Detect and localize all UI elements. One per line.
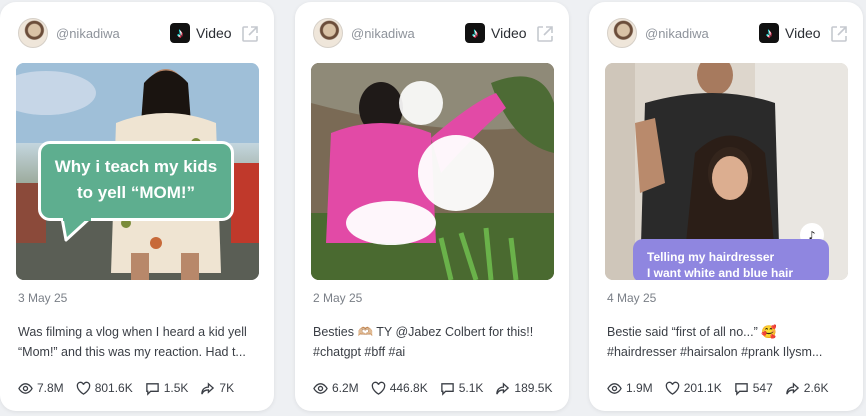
card-header: @nikadiwa ♪ Video — [589, 2, 863, 62]
likes-stat: 201.1K — [665, 381, 722, 396]
likes-stat: 801.6K — [76, 381, 133, 396]
creator-handle[interactable]: @nikadiwa — [351, 26, 415, 41]
shares-count: 189.5K — [514, 381, 553, 395]
likes-stat: 446.8K — [371, 381, 428, 396]
external-link-icon[interactable] — [829, 24, 849, 44]
caption-line: “Mom!” and this was my reaction. Had t..… — [18, 345, 246, 359]
tiktok-icon: ♪ — [759, 23, 779, 43]
views-count: 6.2M — [332, 381, 359, 395]
heart-icon — [76, 381, 90, 395]
card-header: @nikadiwa ♪ Video — [295, 2, 569, 62]
comments-count: 547 — [752, 381, 773, 395]
comment-icon — [440, 382, 454, 396]
video-card-1[interactable]: @nikadiwa ♪ Video Why i teach my kids to… — [0, 2, 274, 411]
engagement-stats: 6.2M 446.8K 5.1K 189.5K — [313, 378, 559, 398]
card-header: @nikadiwa ♪ Video — [0, 2, 274, 62]
post-caption: Was filming a vlog when I heard a kid ye… — [18, 322, 262, 362]
video-thumbnail[interactable] — [311, 63, 554, 280]
content-type-label: Video — [196, 25, 232, 41]
post-date: 3 May 25 — [18, 291, 68, 305]
shares-stat: 2.6K — [785, 381, 829, 396]
caption-line: #chatgpt #bff #ai — [313, 345, 406, 359]
eye-icon — [18, 382, 33, 394]
views-stat: 6.2M — [313, 381, 359, 396]
share-icon — [496, 381, 510, 394]
overlay-text-line: Why i teach my kids — [54, 157, 218, 176]
comments-stat: 547 — [734, 381, 773, 396]
creator-handle[interactable]: @nikadiwa — [56, 26, 120, 41]
heart-icon — [665, 381, 679, 395]
comment-icon — [734, 382, 748, 396]
video-card-2[interactable]: @nikadiwa ♪ Video 2 May 25 Besties 🫶🏼 TY… — [295, 2, 569, 411]
shares-stat: 7K — [200, 381, 234, 396]
caption-line: #hairdresser #hairsalon #prank Ilysm... — [607, 345, 823, 359]
video-thumbnail[interactable]: ♪ Telling my hairdresser I want white an… — [605, 63, 848, 280]
tiktok-icon: ♪ — [170, 23, 190, 43]
caption-line: Besties 🫶🏼 TY @Jabez Colbert for this!! — [313, 325, 534, 339]
video-thumbnail[interactable]: Why i teach my kids to yell “MOM!” — [16, 63, 259, 280]
views-count: 1.9M — [626, 381, 653, 395]
shares-count: 2.6K — [803, 381, 829, 395]
share-icon — [201, 381, 215, 394]
engagement-stats: 1.9M 201.1K 547 2.6K — [607, 378, 853, 398]
comments-count: 1.5K — [163, 381, 189, 395]
likes-count: 201.1K — [683, 381, 722, 395]
thumbnail-scene — [311, 63, 554, 280]
views-count: 7.8M — [37, 381, 64, 395]
overlay-text-line: Telling my hairdresser — [647, 250, 775, 264]
likes-count: 446.8K — [389, 381, 428, 395]
overlay-text-line: I want white and blue hair — [647, 266, 794, 280]
shares-stat: 189.5K — [495, 381, 552, 396]
overlay-text-line: to yell “MOM!” — [76, 183, 196, 202]
views-stat: 1.9M — [607, 381, 653, 396]
external-link-icon[interactable] — [535, 24, 555, 44]
speech-bubble-overlay: Why i teach my kids to yell “MOM!” — [38, 141, 234, 221]
avatar[interactable] — [18, 18, 48, 48]
text-overlay: Telling my hairdresser I want white and … — [633, 239, 829, 280]
content-type-label: Video — [491, 25, 527, 41]
post-caption: Besties 🫶🏼 TY @Jabez Colbert for this!! … — [313, 322, 557, 362]
heart-icon — [371, 381, 385, 395]
tiktok-icon: ♪ — [465, 23, 485, 43]
external-link-icon[interactable] — [240, 24, 260, 44]
avatar[interactable] — [313, 18, 343, 48]
post-date: 2 May 25 — [313, 291, 363, 305]
comments-stat: 5.1K — [440, 381, 484, 396]
speech-bubble-tail — [60, 218, 92, 242]
video-card-3[interactable]: @nikadiwa ♪ Video ♪ Telling my hairdress… — [589, 2, 863, 411]
content-type-label: Video — [785, 25, 821, 41]
comments-count: 5.1K — [458, 381, 484, 395]
engagement-stats: 7.8M 801.6K 1.5K 7K — [18, 378, 264, 398]
comments-stat: 1.5K — [145, 381, 189, 396]
post-caption: Bestie said “first of all no...” 🥰 #hair… — [607, 322, 851, 362]
caption-line: Was filming a vlog when I heard a kid ye… — [18, 325, 247, 339]
eye-icon — [607, 382, 622, 394]
eye-icon — [313, 382, 328, 394]
share-icon — [785, 381, 799, 394]
creator-handle[interactable]: @nikadiwa — [645, 26, 709, 41]
shares-count: 7K — [219, 381, 235, 395]
comment-icon — [145, 382, 159, 396]
caption-line: Bestie said “first of all no...” 🥰 — [607, 325, 777, 339]
likes-count: 801.6K — [94, 381, 133, 395]
views-stat: 7.8M — [18, 381, 64, 396]
avatar[interactable] — [607, 18, 637, 48]
post-date: 4 May 25 — [607, 291, 657, 305]
